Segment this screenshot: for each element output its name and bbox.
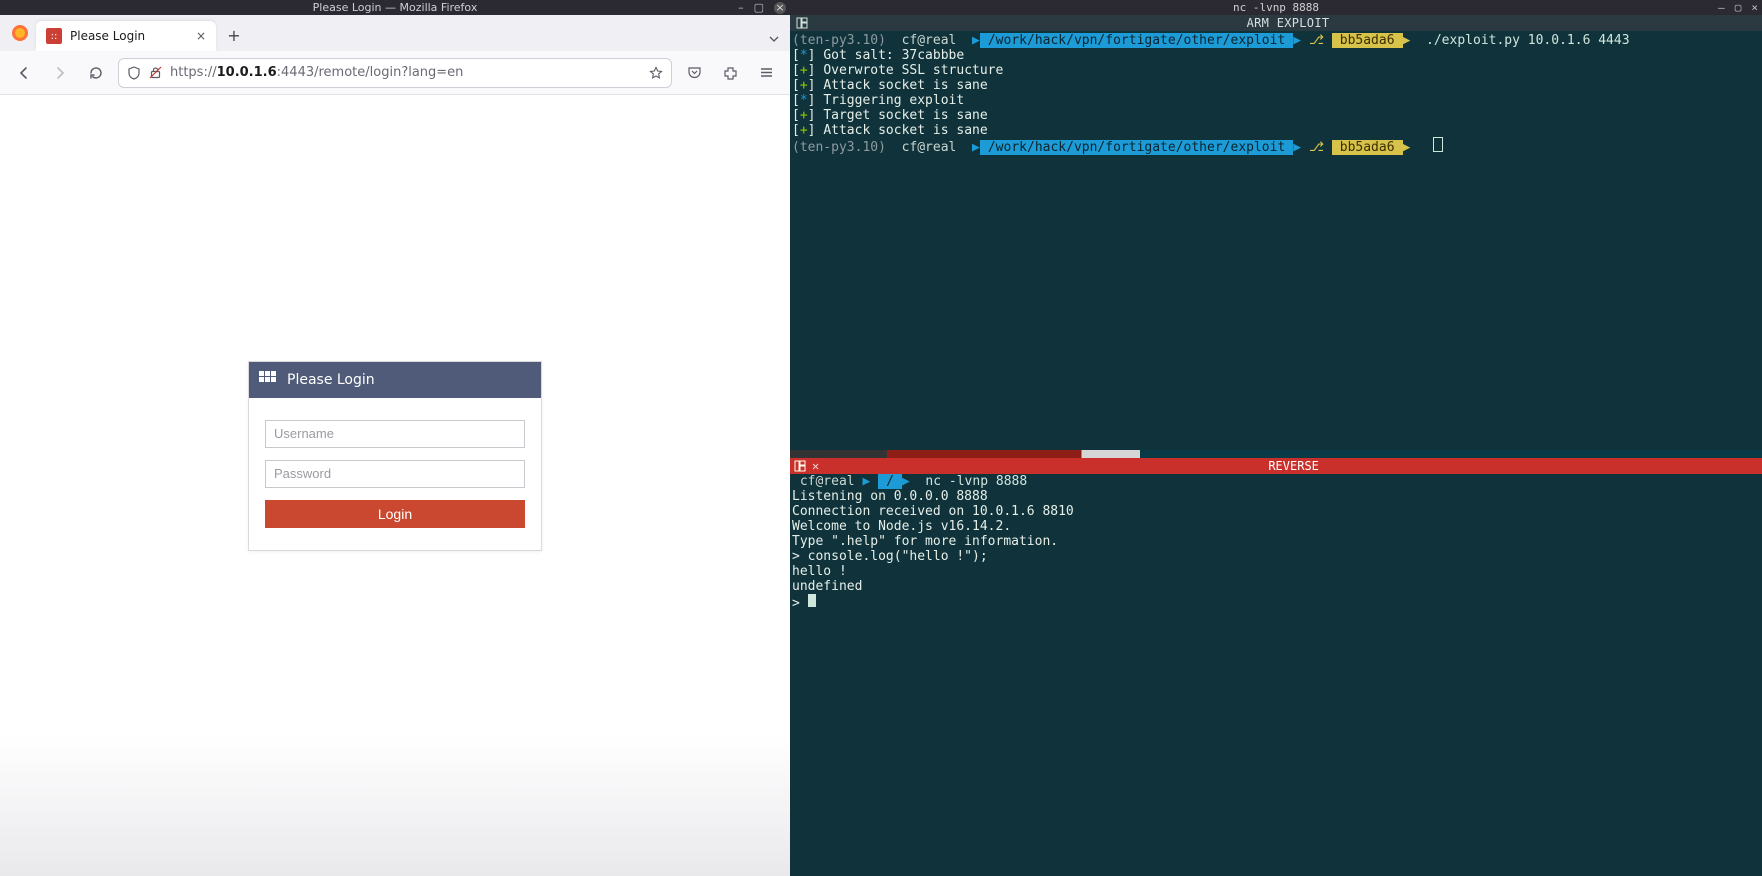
tab-title: Please Login: [70, 29, 145, 43]
username-input[interactable]: [265, 420, 525, 448]
tmux-pane-title-bottom: ✕ REVERSE: [790, 458, 1762, 474]
close-icon[interactable]: ×: [1751, 1, 1758, 14]
terminal-bottom-pane[interactable]: cf@real ▶ /▶ nc -lvnp 8888 Listening on …: [790, 474, 1762, 876]
login-button[interactable]: Login: [265, 500, 525, 528]
firefox-window-title: Please Login — Mozilla Firefox: [313, 1, 478, 14]
close-icon[interactable]: ✕: [812, 459, 819, 473]
url-bar[interactable]: https://10.0.1.6:4443/remote/login?lang=…: [118, 58, 672, 88]
firefox-window: Please Login — Mozilla Firefox – ▢ × :: …: [0, 0, 790, 876]
shield-icon[interactable]: [127, 66, 141, 80]
url-text: https://10.0.1.6:4443/remote/login?lang=…: [170, 65, 463, 80]
browser-tab[interactable]: :: Please Login ×: [36, 21, 216, 51]
bookmark-star-icon[interactable]: [649, 66, 663, 80]
maximize-icon[interactable]: ▢: [1735, 1, 1742, 14]
new-tab-button[interactable]: +: [220, 21, 248, 49]
page-content: Please Login Login: [0, 95, 790, 876]
pocket-icon[interactable]: [680, 59, 708, 87]
cursor-icon: [1434, 138, 1442, 151]
login-header: Please Login: [249, 362, 541, 398]
forward-button[interactable]: [46, 59, 74, 87]
pane-title: ARM EXPLOIT: [814, 16, 1762, 30]
close-icon[interactable]: ×: [774, 2, 786, 14]
tmux-pane-icon: [796, 17, 808, 29]
terminal-window: nc -lvnp 8888 – ▢ × ARM EXPLOIT (ten-py3…: [790, 0, 1762, 876]
terminal-window-title: nc -lvnp 8888: [1233, 1, 1319, 14]
hamburger-menu-icon[interactable]: [752, 59, 780, 87]
tab-close-icon[interactable]: ×: [196, 29, 206, 43]
firefox-logo-icon[interactable]: [8, 21, 32, 45]
pane-title: REVERSE: [825, 459, 1762, 473]
login-panel: Please Login Login: [248, 361, 542, 551]
tmux-pane-icon: [794, 460, 806, 472]
firefox-tabstrip: :: Please Login × +: [0, 15, 790, 51]
reload-button[interactable]: [82, 59, 110, 87]
login-title: Please Login: [287, 372, 375, 388]
cursor-icon: [808, 594, 816, 607]
password-input[interactable]: [265, 460, 525, 488]
minimize-icon[interactable]: –: [738, 1, 744, 14]
fortigate-logo-icon: [259, 371, 277, 389]
terminal-top-pane[interactable]: (ten-py3.10) cf@real ▶/work/hack/vpn/for…: [790, 31, 1762, 450]
tmux-pane-title-top: ARM EXPLOIT: [790, 15, 1762, 31]
divider: [790, 450, 1762, 458]
minimize-icon[interactable]: –: [1718, 1, 1725, 14]
favicon-icon: ::: [46, 28, 62, 44]
lock-icon[interactable]: [149, 66, 162, 79]
maximize-icon[interactable]: ▢: [754, 1, 764, 14]
firefox-titlebar[interactable]: Please Login — Mozilla Firefox – ▢ ×: [0, 0, 790, 15]
extensions-icon[interactable]: [716, 59, 744, 87]
all-tabs-button[interactable]: [768, 33, 780, 45]
back-button[interactable]: [10, 59, 38, 87]
terminal-titlebar[interactable]: nc -lvnp 8888 – ▢ ×: [790, 0, 1762, 15]
firefox-toolbar: https://10.0.1.6:4443/remote/login?lang=…: [0, 51, 790, 95]
